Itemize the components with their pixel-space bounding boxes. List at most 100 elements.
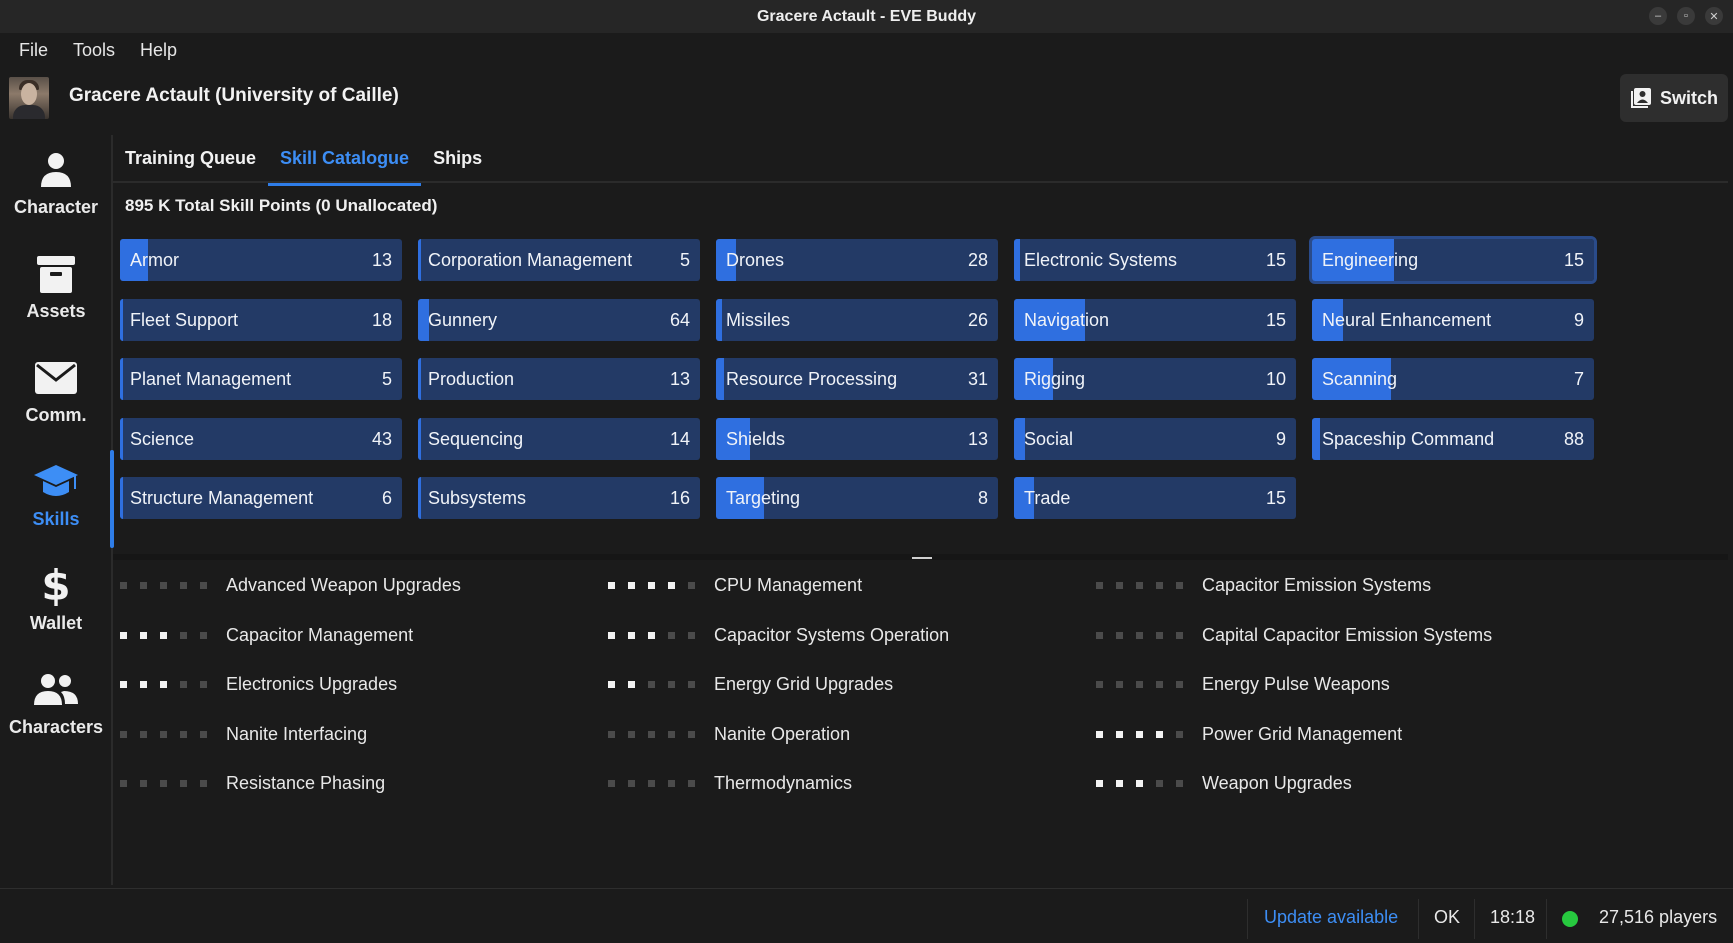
category-count: 64 — [669, 309, 690, 330]
splitter-handle-icon[interactable] — [912, 557, 932, 559]
category-name: Engineering — [1322, 250, 1419, 270]
category-name: Gunnery — [428, 309, 498, 330]
skill-category-shields[interactable]: Shields 13 — [716, 417, 998, 460]
skill-category-spaceship-command[interactable]: Spaceship Command 88 — [1312, 417, 1594, 460]
skill-category-fleet-support[interactable]: Fleet Support 18 — [120, 298, 402, 341]
skill-category-resource-processing[interactable]: Resource Processing 31 — [716, 358, 998, 400]
skill-row[interactable]: Energy Grid Upgrades — [608, 670, 1078, 700]
skill-category-navigation[interactable]: Navigation 15 — [1014, 298, 1296, 341]
category-count: 15 — [1265, 309, 1286, 330]
skill-level-dot — [1156, 582, 1163, 589]
skill-level-dot — [628, 582, 635, 589]
skill-level-dot — [628, 681, 635, 688]
skill-row[interactable]: Capacitor Management — [120, 621, 590, 651]
skill-row[interactable]: Nanite Interfacing — [120, 720, 590, 750]
menu-file[interactable]: File — [19, 40, 48, 61]
skill-level-dot — [180, 681, 187, 688]
category-name: Trade — [1024, 488, 1071, 508]
skill-category-missiles[interactable]: Missiles 26 — [716, 298, 998, 341]
minimize-icon[interactable]: – — [1649, 7, 1667, 25]
skill-level-dot — [668, 681, 675, 688]
tab-ships[interactable]: Ships — [421, 140, 494, 182]
skill-level-dot — [180, 631, 187, 639]
tab-bar: Training Queue Skill Catalogue Ships — [113, 140, 494, 186]
tab-training-queue[interactable]: Training Queue — [113, 140, 268, 182]
menu-tools[interactable]: Tools — [73, 40, 115, 61]
skill-level-dot — [608, 681, 615, 688]
skill-category-armor[interactable]: Armor 13 — [120, 239, 402, 281]
skill-category-planet-management[interactable]: Planet Management 5 — [120, 358, 402, 400]
category-progress-fill — [1014, 239, 1020, 281]
skill-row[interactable]: Thermodynamics — [608, 769, 1078, 799]
skill-level-indicator — [608, 631, 698, 640]
skill-category-subsystems[interactable]: Subsystems 16 — [418, 477, 700, 519]
skill-row[interactable]: Nanite Operation — [608, 720, 1078, 750]
skill-category-corporation-management[interactable]: Corporation Management 5 — [418, 239, 700, 281]
category-count: 18 — [371, 309, 392, 330]
skill-level-dot — [648, 631, 655, 639]
switch-character-icon — [1630, 88, 1651, 108]
category-name: Neural Enhancement — [1322, 309, 1492, 330]
category-count: 7 — [1573, 369, 1584, 389]
sidebar-item-character[interactable]: Character — [0, 135, 112, 235]
skill-category-electronic-systems[interactable]: Electronic Systems 15 — [1014, 239, 1296, 281]
switch-button[interactable]: Switch — [1620, 74, 1728, 122]
restore-icon[interactable]: ▫ — [1677, 7, 1695, 25]
sidebar-item-wallet[interactable]: $ Wallet — [0, 551, 112, 651]
skill-level-dot — [1136, 582, 1143, 589]
skill-name: Resistance Phasing — [226, 773, 386, 793]
skill-row[interactable]: Resistance Phasing — [120, 769, 590, 799]
skill-category-engineering[interactable]: Engineering 15 — [1309, 236, 1597, 284]
sidebar-item-skills[interactable]: Skills — [0, 447, 112, 547]
skill-level-dot — [120, 780, 127, 787]
skill-row[interactable]: Advanced Weapon Upgrades — [120, 571, 590, 601]
skill-level-dot — [180, 780, 187, 787]
skill-category-scanning[interactable]: Scanning 7 — [1312, 358, 1594, 400]
skill-category-rigging[interactable]: Rigging 10 — [1014, 358, 1296, 400]
skill-row[interactable]: Electronics Upgrades — [120, 670, 590, 700]
skill-level-indicator — [120, 582, 210, 590]
category-progress-fill — [418, 477, 422, 519]
skill-level-dot — [608, 582, 615, 589]
skill-category-targeting[interactable]: Targeting 8 — [716, 477, 998, 519]
skill-category-social[interactable]: Social 9 — [1014, 417, 1296, 460]
sidebar-item-assets[interactable]: Assets — [0, 239, 112, 339]
skill-level-dot — [180, 582, 187, 589]
skill-category-science[interactable]: Science 43 — [120, 417, 402, 460]
menu-help[interactable]: Help — [140, 40, 177, 61]
sidebar-item-label: Wallet — [29, 613, 83, 633]
skill-row[interactable]: Capital Capacitor Emission Systems — [1096, 621, 1566, 651]
skill-category-structure-management[interactable]: Structure Management 6 — [120, 477, 402, 519]
skill-level-dot — [1096, 780, 1103, 787]
category-name: Production — [428, 369, 515, 389]
skill-level-dot — [140, 582, 147, 589]
skill-row[interactable]: Power Grid Management — [1096, 720, 1566, 750]
skill-category-sequencing[interactable]: Sequencing 14 — [418, 417, 700, 460]
sidebar: Character Assets Comm. Skills $ Wallet C… — [0, 135, 112, 885]
update-available-link[interactable]: Update available — [1264, 907, 1398, 928]
skill-category-gunnery[interactable]: Gunnery 64 — [418, 298, 700, 341]
sidebar-item-characters[interactable]: Characters — [0, 655, 112, 755]
skill-category-neural-enhancement[interactable]: Neural Enhancement 9 — [1312, 298, 1594, 341]
skill-row[interactable]: Energy Pulse Weapons — [1096, 670, 1566, 700]
skill-row[interactable]: Capacitor Systems Operation — [608, 621, 1078, 651]
skill-row[interactable]: Weapon Upgrades — [1096, 769, 1566, 799]
skill-row[interactable]: Capacitor Emission Systems — [1096, 571, 1566, 601]
skill-level-dot — [160, 780, 167, 787]
tab-skill-catalogue[interactable]: Skill Catalogue — [268, 140, 422, 186]
skill-level-dot — [120, 631, 127, 639]
skill-level-indicator — [608, 780, 698, 788]
category-count: 8 — [977, 488, 988, 508]
skill-row[interactable]: CPU Management — [608, 571, 1078, 601]
skill-category-trade[interactable]: Trade 15 — [1014, 477, 1296, 519]
sidebar-item-comm[interactable]: Comm. — [0, 343, 112, 443]
skill-level-dot — [1096, 730, 1103, 738]
close-icon[interactable]: ✕ — [1705, 7, 1723, 25]
skill-level-indicator — [120, 780, 210, 788]
skill-level-dot — [688, 730, 695, 738]
skill-category-drones[interactable]: Drones 28 — [716, 239, 998, 281]
skill-level-indicator — [1096, 730, 1186, 739]
skill-category-production[interactable]: Production 13 — [418, 358, 700, 400]
skill-level-indicator — [608, 730, 698, 739]
category-name: Navigation — [1024, 309, 1110, 330]
